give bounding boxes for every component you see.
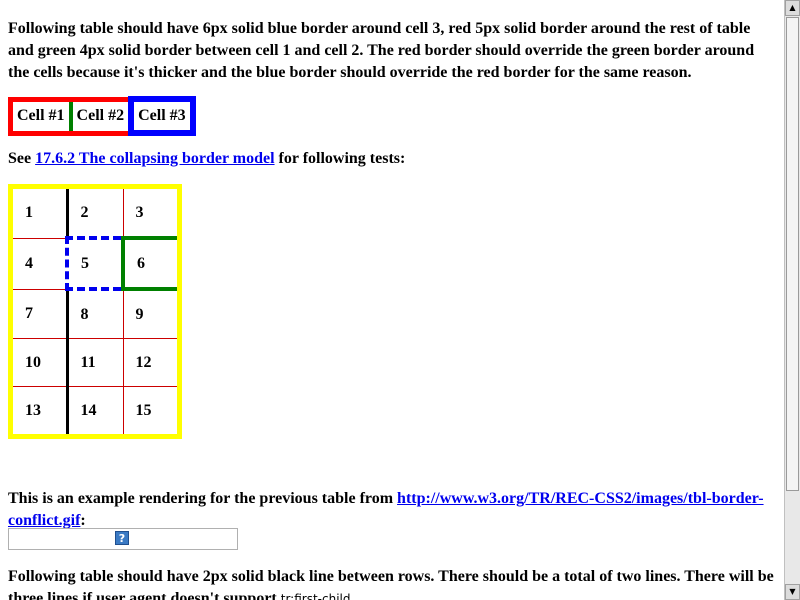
- scroll-up-button[interactable]: ▲: [785, 0, 800, 16]
- grid-cell: 12: [122, 338, 180, 387]
- grid-cell: 15: [122, 386, 180, 437]
- border-test-table-1: Cell #1 Cell #2 Cell #3: [8, 96, 196, 136]
- scroll-down-button[interactable]: ▼: [785, 584, 800, 600]
- table-row: 13 14 15: [10, 386, 180, 437]
- following-paragraph: Following table should have 2px solid bl…: [8, 566, 778, 600]
- grid-cell: 4: [10, 237, 68, 290]
- table-cell-3: Cell #3: [128, 96, 196, 136]
- example-suffix: :: [80, 512, 86, 529]
- grid-cell: 13: [10, 386, 68, 437]
- intro-paragraph: Following table should have 6px solid bl…: [8, 20, 755, 81]
- see-paragraph: See 17.6.2 The collapsing border model f…: [8, 148, 405, 170]
- code-snippet: tr:first-child: [280, 592, 351, 600]
- grid-cell: 14: [65, 386, 124, 437]
- see-suffix: for following tests:: [274, 150, 406, 167]
- grid-cell: 2: [65, 186, 124, 239]
- grid-cell: 11: [65, 338, 124, 387]
- table-row: 4 5 6: [10, 236, 182, 291]
- table-cell-2: Cell #2: [68, 99, 132, 133]
- grid-cell: 7: [10, 288, 68, 339]
- example-prefix: This is an example rendering for the pre…: [8, 490, 398, 507]
- grid-cell: 8: [65, 288, 124, 339]
- grid-cell: 1: [10, 186, 68, 239]
- example-paragraph: This is an example rendering for the pre…: [8, 488, 778, 532]
- grid-cell: 9: [122, 288, 180, 339]
- table-cell-1: Cell #1: [10, 99, 73, 133]
- grid-cell: 3: [122, 186, 180, 239]
- scroll-thumb[interactable]: [786, 17, 799, 491]
- vertical-scrollbar[interactable]: ▲ ▼: [784, 0, 800, 600]
- grid-cell: 6: [121, 236, 182, 291]
- border-conflict-grid-table: 1 2 3 4 5 6 7 8 9 10 11 12 13 14 15: [8, 184, 182, 439]
- grid-cell: 5: [65, 236, 124, 291]
- see-prefix: See: [8, 150, 36, 167]
- broken-image-icon: ?: [115, 531, 129, 545]
- table-row: 1 2 3: [10, 186, 180, 239]
- following-text: Following table should have 2px solid bl…: [8, 568, 774, 600]
- grid-cell: 10: [10, 338, 68, 387]
- collapsing-border-model-link[interactable]: 17.6.2 The collapsing border model: [35, 150, 274, 167]
- broken-image-placeholder: ?: [8, 528, 238, 550]
- table-row: Cell #1 Cell #2 Cell #3: [10, 96, 196, 136]
- table-row: 10 11 12: [10, 338, 180, 387]
- following-suffix: .: [350, 590, 355, 600]
- table-row: 7 8 9: [10, 288, 180, 339]
- page-viewport: Following table should have 6px solid bl…: [0, 0, 784, 600]
